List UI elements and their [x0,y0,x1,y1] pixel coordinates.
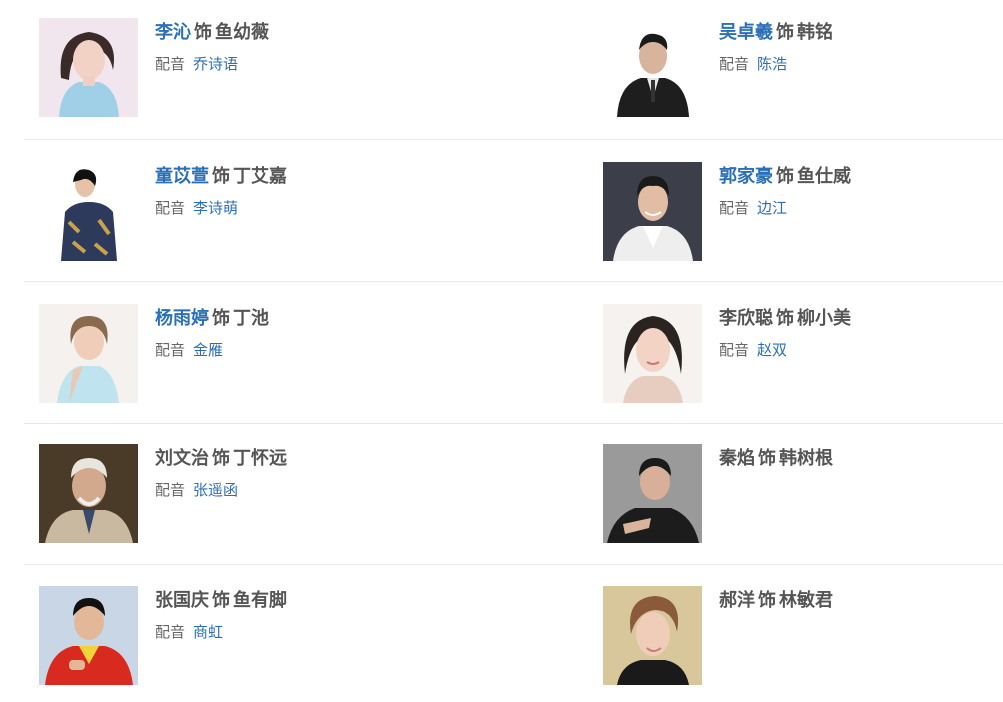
plays-label: 饰 [776,166,794,187]
cast-card: 李沁饰鱼幼薇 配音 乔诗语 [39,18,439,138]
plays-label: 饰 [776,308,794,329]
voice-line: 配音 边江 [719,197,851,219]
voice-line: 配音 赵双 [719,339,851,361]
cast-row: 童苡萱饰丁艾嘉 配音 李诗萌 郭家豪饰鱼仕威 配音 边江 [24,139,1003,304]
actor-name-link[interactable]: 李沁 [155,22,191,43]
voice-actor-link[interactable]: 乔诗语 [193,55,238,73]
cast-card: 秦焰饰韩树根 [603,444,1003,564]
actor-photo[interactable] [603,304,702,403]
cast-info: 李欣聪饰柳小美 配音 赵双 [719,306,851,361]
role-name: 韩树根 [779,448,833,469]
actor-name: 张国庆 [155,590,209,611]
cast-row: 刘文治饰丁怀远 配音 张遥函 秦焰饰韩树根 [24,423,1003,566]
role-name: 林敏君 [779,590,833,611]
role-name: 丁艾嘉 [233,166,287,187]
voice-line: 配音 陈浩 [719,53,833,75]
role-name: 柳小美 [797,308,851,329]
cast-info: 吴卓羲饰韩铭 配音 陈浩 [719,20,833,75]
cast-title: 刘文治饰丁怀远 [155,446,287,472]
actor-name-link[interactable]: 童苡萱 [155,166,209,187]
actor-name: 秦焰 [719,448,755,469]
role-name: 鱼有脚 [233,590,287,611]
voice-actor-link[interactable]: 商虹 [193,623,223,641]
role-name: 丁怀远 [233,448,287,469]
actor-photo[interactable] [39,444,138,543]
cast-title: 杨雨婷饰丁池 [155,306,269,332]
actor-photo[interactable] [39,162,138,261]
cast-card: 郝洋饰林敏君 [603,586,1003,702]
cast-info: 张国庆饰鱼有脚 配音 商虹 [155,588,287,643]
cast-info: 郭家豪饰鱼仕威 配音 边江 [719,164,851,219]
cast-title: 吴卓羲饰韩铭 [719,20,833,46]
cast-list: 李沁饰鱼幼薇 配音 乔诗语 吴卓羲饰韩铭 配音 陈浩 童苡萱 饰 丁艾嘉 配音 … [0,0,1003,702]
cast-card: 郭家豪饰鱼仕威 配音 边江 [603,162,1003,282]
role-name: 鱼幼薇 [215,22,269,43]
actor-name-link[interactable]: 吴卓羲 [719,22,773,43]
voice-label: 配音 [719,55,750,73]
actor-photo[interactable] [603,18,702,117]
cast-info: 李沁饰鱼幼薇 配音 乔诗语 [155,20,269,75]
voice-label: 配音 [719,199,750,217]
voice-label: 配音 [155,481,186,499]
voice-actor-link[interactable]: 金雁 [193,341,223,359]
plays-label: 饰 [758,590,776,611]
actor-name-link[interactable]: 郭家豪 [719,166,773,187]
voice-actor-link[interactable]: 陈浩 [757,55,787,73]
actor-name-link[interactable]: 杨雨婷 [155,308,209,329]
voice-line: 配音 张遥函 [155,479,287,501]
cast-title: 李欣聪饰柳小美 [719,306,851,332]
role-name: 韩铭 [797,22,833,43]
role-name: 丁池 [233,308,269,329]
voice-label: 配音 [155,199,186,217]
cast-title: 郝洋饰林敏君 [719,588,833,614]
cast-info: 秦焰饰韩树根 [719,446,833,472]
plays-label: 饰 [212,448,230,469]
cast-row: 杨雨婷饰丁池 配音 金雁 李欣聪饰柳小美 配音 赵双 [24,281,1003,424]
voice-line: 配音 李诗萌 [155,197,287,219]
cast-info: 郝洋饰林敏君 [719,588,833,614]
voice-label: 配音 [719,341,750,359]
cast-row: 张国庆饰鱼有脚 配音 商虹 郝洋饰林敏君 [24,564,1003,702]
voice-line: 配音 商虹 [155,621,287,643]
cast-info: 童苡萱饰丁艾嘉 配音 李诗萌 [155,164,287,219]
voice-label: 配音 [155,341,186,359]
actor-photo[interactable] [603,586,702,685]
cast-card: 吴卓羲饰韩铭 配音 陈浩 [603,18,1003,138]
voice-actor-link[interactable]: 边江 [757,199,787,217]
actor-photo[interactable] [603,162,702,261]
plays-label: 饰 [194,22,212,43]
voice-label: 配音 [155,55,186,73]
voice-line: 配音 乔诗语 [155,53,269,75]
cast-card: 童苡萱饰丁艾嘉 配音 李诗萌 [39,162,439,282]
cast-card: 杨雨婷饰丁池 配音 金雁 [39,304,439,424]
voice-actor-link[interactable]: 李诗萌 [193,199,238,217]
cast-info: 刘文治饰丁怀远 配音 张遥函 [155,446,287,501]
cast-title: 张国庆饰鱼有脚 [155,588,287,614]
actor-photo[interactable] [39,304,138,403]
cast-card: 李欣聪饰柳小美 配音 赵双 [603,304,1003,424]
voice-label: 配音 [155,623,186,641]
cast-info: 杨雨婷饰丁池 配音 金雁 [155,306,269,361]
voice-line: 配音 金雁 [155,339,269,361]
actor-name: 郝洋 [719,590,755,611]
actor-photo[interactable] [39,586,138,685]
cast-title: 童苡萱饰丁艾嘉 [155,164,287,190]
plays-label: 饰 [212,590,230,611]
plays-label: 饰 [212,166,230,187]
plays-label: 饰 [776,22,794,43]
cast-title: 李沁饰鱼幼薇 [155,20,269,46]
cast-card: 刘文治饰丁怀远 配音 张遥函 [39,444,439,564]
role-name: 鱼仕威 [797,166,851,187]
voice-actor-link[interactable]: 张遥函 [193,481,238,499]
actor-name: 李欣聪 [719,308,773,329]
plays-label: 饰 [758,448,776,469]
actor-photo[interactable] [39,18,138,117]
cast-title: 秦焰饰韩树根 [719,446,833,472]
voice-actor-link[interactable]: 赵双 [757,341,787,359]
plays-label: 饰 [212,308,230,329]
cast-title: 郭家豪饰鱼仕威 [719,164,851,190]
cast-card: 张国庆饰鱼有脚 配音 商虹 [39,586,439,702]
actor-name: 刘文治 [155,448,209,469]
actor-photo[interactable] [603,444,702,543]
